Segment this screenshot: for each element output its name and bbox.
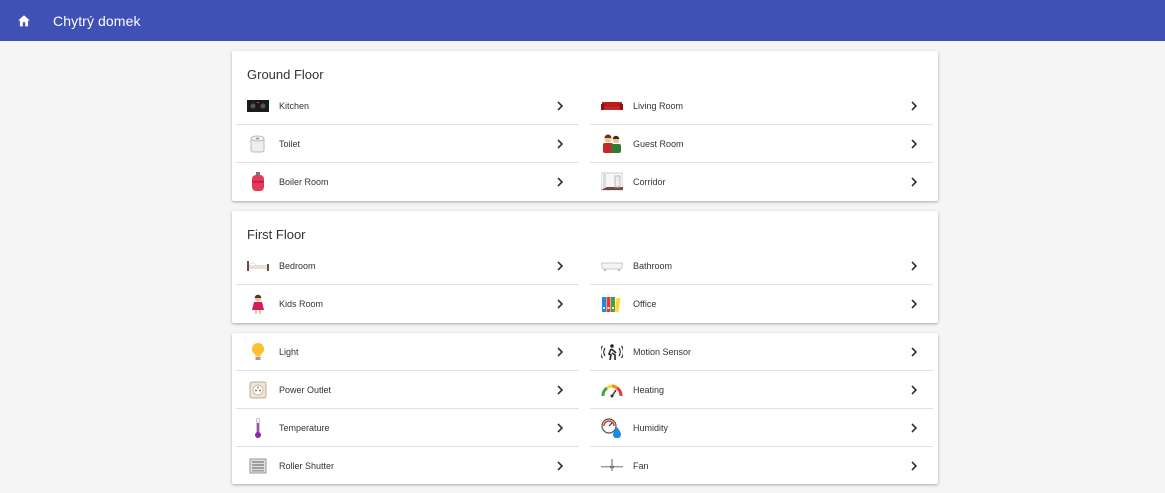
device-label: Roller Shutter [279,461,335,471]
chevron-right-icon [554,422,566,434]
room-bedroom[interactable]: Bedroom [236,247,579,285]
ceiling-fan-icon [601,455,623,477]
motion-sensor-icon [601,341,623,363]
chevron-right-icon [908,138,920,150]
device-label: Fan [633,461,649,471]
device-label: Light [279,346,299,357]
bed-icon [247,255,269,277]
heating-gauge-icon [601,379,623,401]
chevron-right-icon [908,422,920,434]
first-floor-card: First Floor Bedroom Bathroom Kids Room O… [232,211,938,323]
child-icon [247,293,269,315]
device-roller-shutter[interactable]: Roller Shutter [236,447,579,485]
room-label: Bedroom [279,260,316,271]
room-kitchen[interactable]: Kitchen [236,87,579,125]
devices-card: Light Motion Sensor Power Outlet Heating [232,333,938,484]
chevron-right-icon [554,260,566,272]
room-toilet[interactable]: Toilet [236,125,579,163]
chevron-right-icon [554,100,566,112]
first-floor-title: First Floor [247,227,306,242]
room-corridor[interactable]: Corridor [590,163,933,201]
device-temperature[interactable]: Temperature [236,409,579,447]
chevron-right-icon [554,176,566,188]
toilet-paper-icon [247,133,269,155]
roller-shutter-icon [247,455,269,477]
device-label: Temperature [279,422,330,433]
room-kids-room[interactable]: Kids Room [236,285,579,323]
top-app-bar: Chytrý domek [0,0,1165,41]
app-title: Chytrý domek [53,12,141,29]
device-power-outlet[interactable]: Power Outlet [236,371,579,409]
bathtub-icon [601,255,623,277]
room-label: Living Room [633,100,684,111]
chevron-right-icon [554,384,566,396]
room-label: Kids Room [279,299,324,309]
chevron-right-icon [908,176,920,188]
room-label: Bathroom [633,260,673,271]
home-icon[interactable] [16,13,32,29]
room-label: Boiler Room [279,177,329,187]
stove-icon [247,95,269,117]
room-guest-room[interactable]: Guest Room [590,125,933,163]
room-label: Toilet [279,138,301,149]
light-bulb-icon [247,341,269,363]
device-label: Heating [633,384,665,395]
ground-floor-card: Ground Floor Kitchen Living Room Toilet [232,51,938,201]
room-label: Kitchen [279,100,310,111]
chevron-right-icon [908,298,920,310]
thermometer-icon [247,417,269,439]
device-label: Power Outlet [279,384,332,395]
corridor-door-icon [601,171,623,193]
chevron-right-icon [908,260,920,272]
device-light[interactable]: Light [236,333,579,371]
device-fan[interactable]: Fan [590,447,933,485]
room-boiler-room[interactable]: Boiler Room [236,163,579,201]
device-humidity[interactable]: Humidity [590,409,933,447]
room-label: Corridor [633,177,666,187]
room-label: Office [633,299,657,309]
chevron-right-icon [554,138,566,150]
binders-icon [601,293,623,315]
humidity-gauge-icon [601,417,623,439]
device-heating[interactable]: Heating [590,371,933,409]
power-outlet-icon [247,379,269,401]
device-label: Humidity [633,422,669,433]
device-motion-sensor[interactable]: Motion Sensor [590,333,933,371]
room-label: Guest Room [633,138,684,149]
chevron-right-icon [554,298,566,310]
chevron-right-icon [908,460,920,472]
chevron-right-icon [554,460,566,472]
ground-floor-title: Ground Floor [247,67,324,82]
room-bathroom[interactable]: Bathroom [590,247,933,285]
chevron-right-icon [554,346,566,358]
guests-icon [601,133,623,155]
chevron-right-icon [908,384,920,396]
gas-cylinder-icon [247,171,269,193]
chevron-right-icon [908,346,920,358]
device-label: Motion Sensor [633,346,692,357]
chevron-right-icon [908,100,920,112]
room-office[interactable]: Office [590,285,933,323]
sofa-icon [601,95,623,117]
room-living-room[interactable]: Living Room [590,87,933,125]
